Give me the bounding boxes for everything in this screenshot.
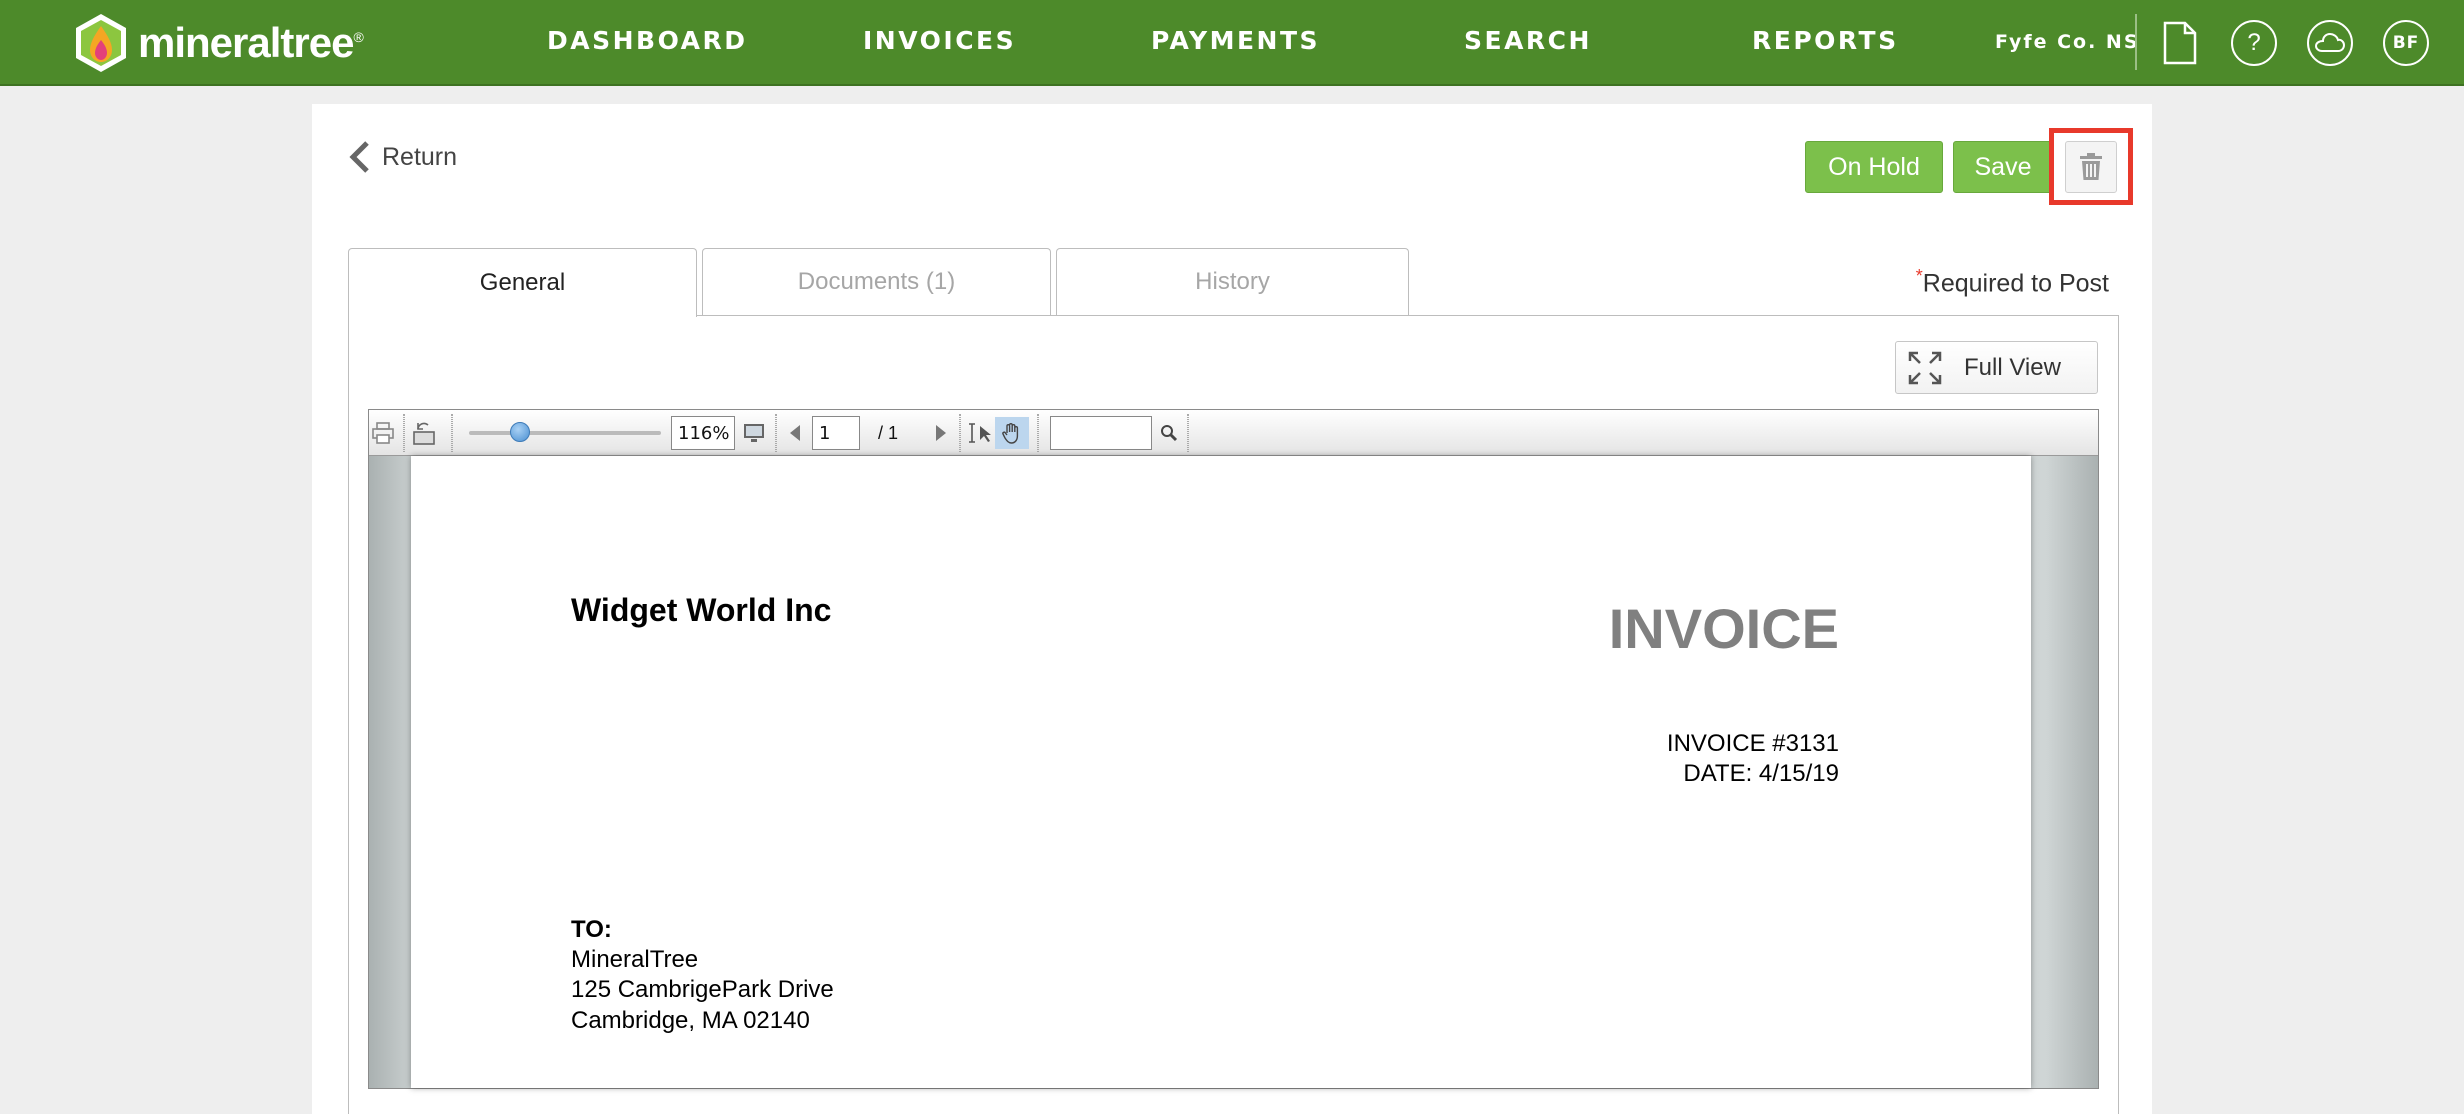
cloud-icon[interactable] xyxy=(2307,20,2353,66)
expand-icon xyxy=(1908,351,1942,384)
logo-icon xyxy=(70,12,132,74)
pdf-toolbar: 116% 1 / 1 xyxy=(369,410,2098,456)
toolbar-separator xyxy=(775,414,777,452)
find-input[interactable] xyxy=(1050,416,1152,450)
nav-search[interactable]: SEARCH xyxy=(1464,26,1592,55)
help-icon[interactable]: ? xyxy=(2231,20,2277,66)
toolbar-separator xyxy=(959,414,961,452)
required-note: *Required to Post xyxy=(1915,266,2109,298)
avatar[interactable]: BF xyxy=(2383,20,2429,66)
rotate-icon[interactable] xyxy=(409,417,439,449)
previous-page-icon[interactable] xyxy=(783,417,807,449)
tab-general[interactable]: General xyxy=(348,248,697,317)
save-button[interactable]: Save xyxy=(1953,141,2053,193)
trash-icon xyxy=(2080,153,2102,180)
active-tab-joiner xyxy=(349,314,696,316)
doc-invoice-number: INVOICE #3131 xyxy=(1666,730,1839,757)
nav-dashboard[interactable]: DASHBOARD xyxy=(547,26,748,55)
doc-company: Widget World Inc xyxy=(571,592,832,628)
print-icon[interactable] xyxy=(369,417,397,449)
toolbar-separator xyxy=(1037,414,1039,452)
logo[interactable]: mineraltree® xyxy=(70,10,364,76)
doc-to-line: Cambridge, MA 02140 xyxy=(571,1007,810,1034)
full-view-label: Full View xyxy=(1964,353,2061,381)
page-total: / 1 xyxy=(877,422,898,443)
nav-payments[interactable]: PAYMENTS xyxy=(1151,26,1320,55)
pdf-canvas[interactable]: Widget World Inc INVOICE INVOICE #3131 D… xyxy=(369,456,2098,1088)
zoom-slider-knob[interactable] xyxy=(510,422,530,442)
hand-tool-icon[interactable] xyxy=(995,417,1029,449)
zoom-input[interactable]: 116% xyxy=(671,416,735,450)
doc-heading: INVOICE xyxy=(1608,597,1839,660)
zoom-slider-track[interactable] xyxy=(469,431,661,435)
brand-name: mineraltree® xyxy=(138,19,364,66)
nav-reports[interactable]: REPORTS xyxy=(1752,26,1899,55)
doc-date: DATE: 4/15/19 xyxy=(1683,760,1839,787)
chevron-left-icon xyxy=(349,141,369,173)
tab-history[interactable]: History xyxy=(1056,248,1409,315)
page-number-input[interactable]: 1 xyxy=(812,416,860,450)
organization-name[interactable]: Fyfe Co. NS xyxy=(1995,31,2140,53)
text-select-icon[interactable] xyxy=(965,417,995,449)
nav-divider xyxy=(2135,14,2137,70)
return-label: Return xyxy=(382,142,458,171)
toolbar-separator xyxy=(451,414,453,452)
top-nav: mineraltree® DASHBOARD INVOICES PAYMENTS… xyxy=(0,0,2464,86)
doc-to-line: MineralTree xyxy=(571,946,699,973)
toolbar-separator xyxy=(1187,414,1189,452)
on-hold-button[interactable]: On Hold xyxy=(1805,141,1943,193)
full-view-button[interactable]: Full View xyxy=(1895,341,2098,394)
document-icon[interactable] xyxy=(2157,20,2203,66)
delete-button[interactable] xyxy=(2065,141,2117,193)
tab-documents[interactable]: Documents (1) xyxy=(702,248,1051,315)
nav-invoices[interactable]: INVOICES xyxy=(863,26,1016,55)
return-link[interactable]: Return xyxy=(348,140,457,174)
toolbar-separator xyxy=(403,414,405,452)
doc-to-label: TO: xyxy=(571,916,612,943)
next-page-icon[interactable] xyxy=(929,417,953,449)
pdf-page: Widget World Inc INVOICE INVOICE #3131 D… xyxy=(411,456,2031,1088)
doc-to-line: 125 CambrigePark Drive xyxy=(571,976,834,1003)
find-icon[interactable] xyxy=(1157,417,1181,449)
fit-page-icon[interactable] xyxy=(739,417,769,449)
pdf-viewer: 116% 1 / 1 Widget World Inc INVOICE INVO… xyxy=(368,409,2099,1089)
